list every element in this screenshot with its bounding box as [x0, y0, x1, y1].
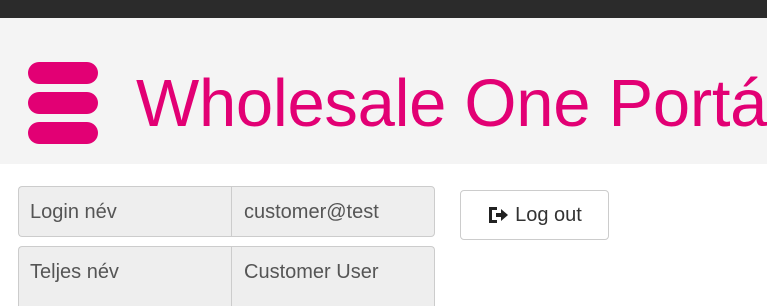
- full-name-row: Teljes név Customer User: [18, 246, 435, 306]
- log-out-icon: [489, 207, 509, 223]
- page-title: Wholesale One Portál: [136, 66, 767, 141]
- login-row: Login név customer@test: [18, 186, 435, 239]
- full-name-value: Customer User: [231, 246, 435, 306]
- header: Wholesale One Portál: [0, 18, 767, 164]
- logout-button[interactable]: Log out: [460, 190, 609, 240]
- user-info-form: Login név customer@test Teljes név Custo…: [18, 186, 435, 306]
- database-icon: [28, 62, 98, 144]
- login-label: Login név: [18, 186, 231, 237]
- top-bar: [0, 0, 767, 18]
- logout-label: Log out: [515, 203, 582, 226]
- login-value: customer@test: [231, 186, 435, 237]
- full-name-label: Teljes név: [18, 246, 231, 306]
